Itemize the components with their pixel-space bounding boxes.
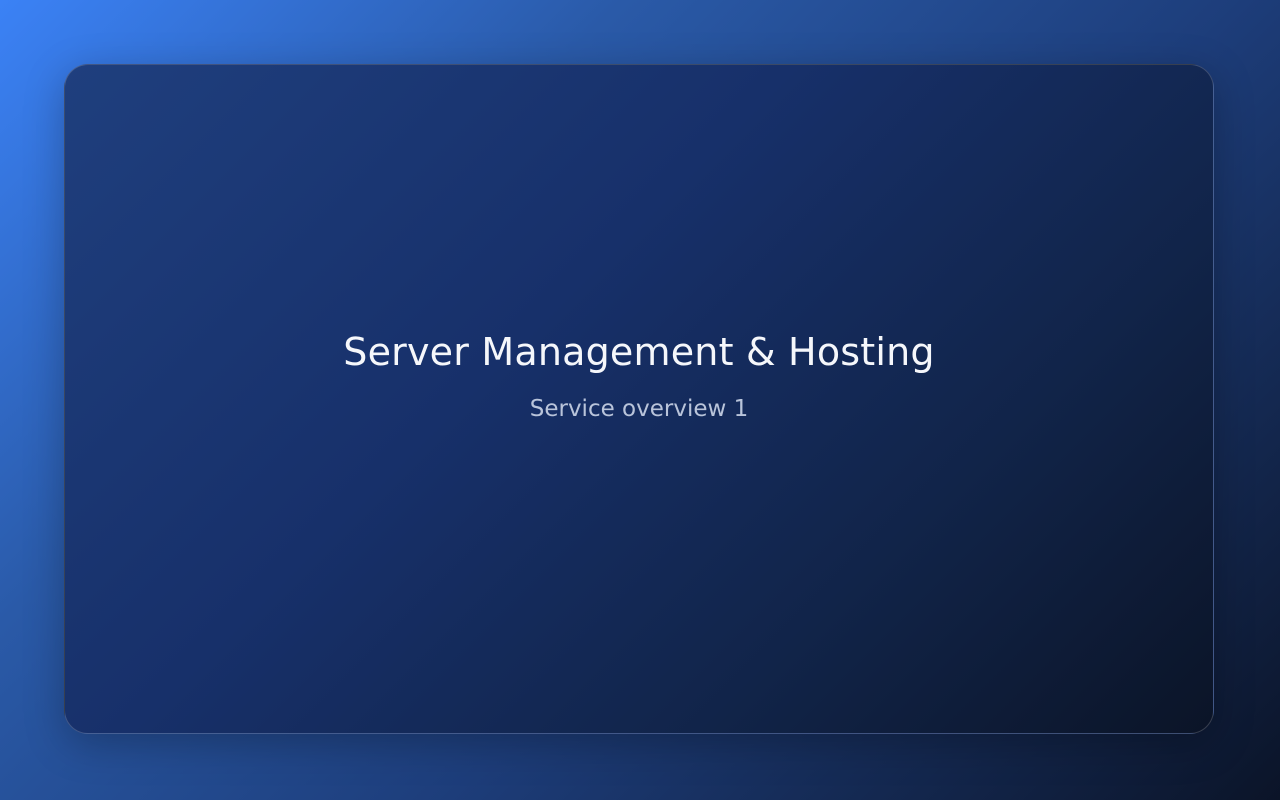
card-title: Server Management & Hosting [343, 330, 935, 375]
card-subtitle: Service overview 1 [529, 396, 749, 422]
service-card: Server Management & Hosting Service over… [64, 64, 1214, 734]
